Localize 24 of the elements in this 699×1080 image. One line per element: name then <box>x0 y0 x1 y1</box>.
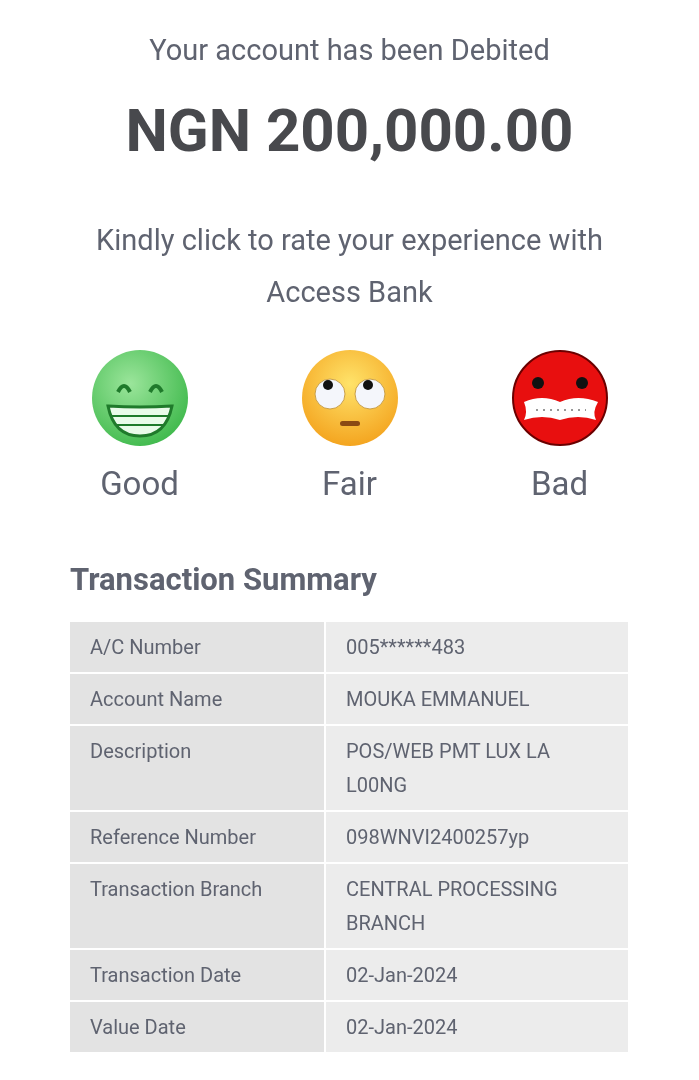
row-value: 02-Jan-2024 <box>326 1002 628 1052</box>
rolling-eyes-face-icon <box>301 350 398 446</box>
rating-option[interactable]: Bad <box>489 350 630 506</box>
row-label: Transaction Date <box>70 950 324 1000</box>
row-label: Description <box>70 726 324 810</box>
row-label: Account Name <box>70 674 324 724</box>
row-value: 098WNVI2400257yp <box>326 812 628 862</box>
debit-amount: NGN 200,000.00 <box>125 96 574 166</box>
summary-title: Transaction Summary <box>70 560 377 600</box>
row-value: CENTRAL PROCESSING BRANCH <box>326 864 628 948</box>
row-label: Reference Number <box>70 812 324 862</box>
row-label: Value Date <box>70 1002 324 1052</box>
rating-prompt: Kindly click to rate your experience with Access Bank <box>95 222 604 311</box>
rating-option[interactable]: Good <box>69 350 210 506</box>
row-label: Transaction Branch <box>70 864 324 948</box>
row-value: 005******483 <box>326 622 628 672</box>
grinning-face-icon <box>91 350 188 446</box>
row-label: A/C Number <box>70 622 324 672</box>
row-value: 02-Jan-2024 <box>326 950 628 1000</box>
row-value: MOUKA EMMANUEL <box>326 674 628 724</box>
debit-message: Your account has been Debited <box>149 32 550 69</box>
row-value: POS/WEB PMT LUX LA L00NG <box>326 726 628 810</box>
angry-face-icon <box>511 350 608 446</box>
rating-option[interactable]: Fair <box>279 350 420 506</box>
